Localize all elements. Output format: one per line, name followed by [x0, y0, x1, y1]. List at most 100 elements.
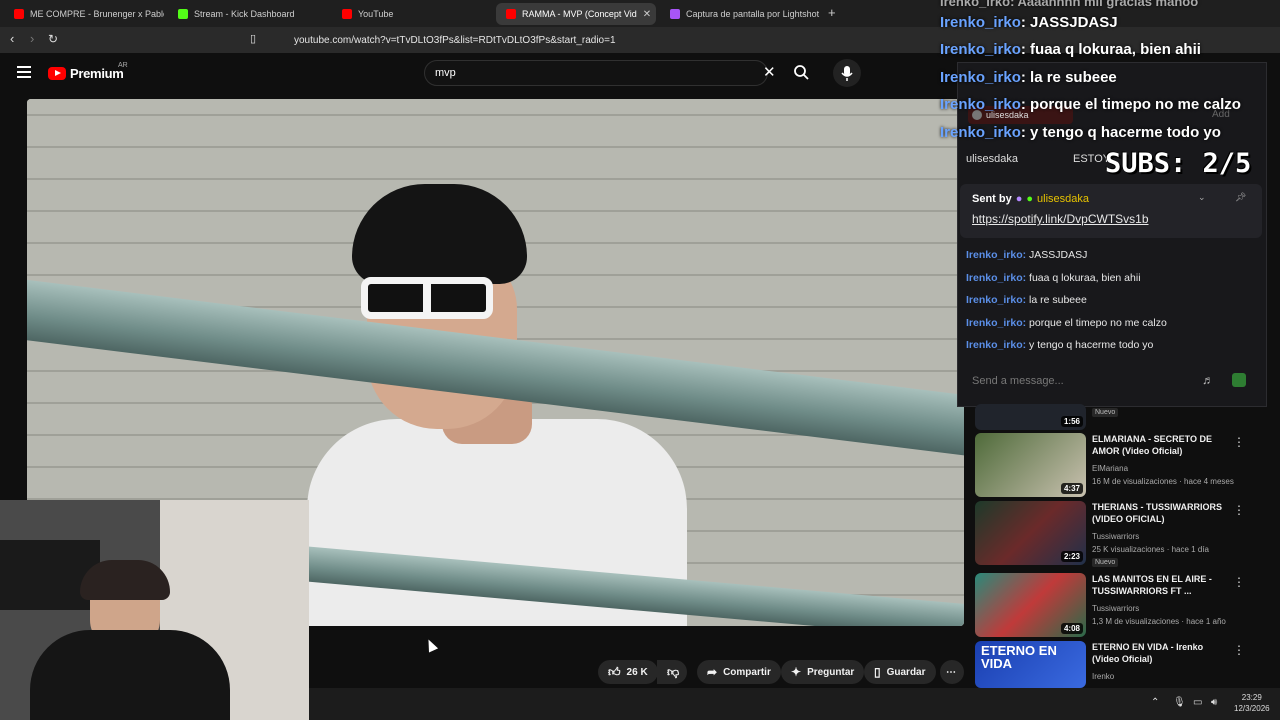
- like-button[interactable]: 👍︎ 26 K: [598, 660, 658, 684]
- chat-message: Irenko_irko: JASSJDASJ: [966, 249, 1087, 261]
- channel-name[interactable]: ElMariana: [1092, 464, 1128, 473]
- recommendation-item[interactable]: 4:37 ELMARIANA - SECRETO DE AMOR (Video …: [975, 433, 1265, 497]
- cursor-icon: [423, 637, 439, 653]
- more-actions-button[interactable]: ⋯: [940, 660, 964, 684]
- tab-label: Stream - Kick Dashboard: [194, 9, 295, 19]
- video-thumbnail[interactable]: ETERNO EN VIDA: [975, 641, 1086, 688]
- chat-username[interactable]: Irenko_irko:: [966, 339, 1026, 351]
- chat-text: porque el timepo no me calzo: [1029, 317, 1167, 329]
- video-meta: 25 K visualizaciones · hace 1 día: [1092, 545, 1209, 554]
- dislike-button[interactable]: 👎︎: [657, 660, 687, 684]
- video-duration: 2:23: [1060, 551, 1083, 562]
- chat-username[interactable]: Irenko_irko:: [966, 249, 1026, 261]
- overlay-chat-line: Irenko_irko: porque el timepo no me calz…: [940, 96, 1241, 113]
- video-title[interactable]: LAS MANITOS EN EL AIRE - TUSSIWARRIORS F…: [1092, 573, 1232, 597]
- recommendation-item[interactable]: 4:08 LAS MANITOS EN EL AIRE - TUSSIWARRI…: [975, 573, 1265, 637]
- pinned-message: Sent by ● ● ulisesdaka https://spotify.l…: [960, 184, 1262, 238]
- search-icon[interactable]: [793, 64, 809, 80]
- lightshot-icon: [670, 9, 680, 19]
- overlay-text: y tengo q hacerme todo yo: [1030, 124, 1221, 141]
- chat-text: la re subeee: [1029, 294, 1087, 306]
- clock-time: 23:29: [1241, 693, 1262, 702]
- pinned-link[interactable]: https://spotify.link/DvpCWTSvs1b: [972, 212, 1149, 226]
- chevron-up-icon[interactable]: ⌃: [1151, 697, 1159, 708]
- video-thumbnail[interactable]: 4:08: [975, 573, 1086, 637]
- video-meta: 16 M de visualizaciones · hace 4 meses: [1092, 477, 1234, 486]
- video-title[interactable]: THERIANS - TUSSIWARRIORS (VIDEO OFICIAL): [1092, 501, 1232, 525]
- chat-username[interactable]: Irenko_irko:: [966, 294, 1026, 306]
- forward-icon[interactable]: ›: [30, 31, 34, 46]
- search-input[interactable]: mvp: [424, 60, 768, 86]
- overlay-text: fuaa q lokuraa, bien ahii: [1030, 41, 1201, 58]
- menu-icon[interactable]: [17, 66, 31, 78]
- overlay-chat-line: Irenko_irko: y tengo q hacerme todo yo: [940, 124, 1221, 141]
- more-icon[interactable]: ⋮: [1233, 575, 1245, 589]
- video-meta: 1,3 M de visualizaciones · hace 1 año: [1092, 617, 1226, 626]
- more-icon[interactable]: ⋮: [1233, 643, 1245, 657]
- reload-icon[interactable]: ↻: [48, 32, 58, 46]
- recommendation-item[interactable]: 2:23 THERIANS - TUSSIWARRIORS (VIDEO OFI…: [975, 501, 1265, 567]
- more-icon[interactable]: ⋮: [1233, 435, 1245, 449]
- tab-label: RAMMA - MVP (Concept Vid: [522, 9, 637, 19]
- share-icon: ➦: [707, 665, 718, 679]
- video-frame-glasses: [361, 277, 493, 319]
- subs-text: SUBS: 2/5: [1105, 148, 1252, 179]
- channel-name[interactable]: Tussiwarriors: [1092, 604, 1139, 613]
- save-label: Guardar: [886, 666, 926, 678]
- microphone-icon[interactable]: 🎙︎: [1173, 697, 1186, 708]
- chat-input[interactable]: Send a message...: [960, 366, 1188, 396]
- microphone-icon: [841, 66, 853, 81]
- kick-emote-icon[interactable]: [1232, 373, 1246, 387]
- video-title[interactable]: ELMARIANA - SECRETO DE AMOR (Video Ofici…: [1092, 433, 1232, 457]
- overlay-username: Irenko_irko: [940, 69, 1021, 86]
- tab-youtube[interactable]: YouTube: [332, 3, 492, 25]
- tab-ramma-mvp[interactable]: RAMMA - MVP (Concept Vid ✕: [496, 3, 656, 25]
- sparkle-icon: ✦: [791, 665, 802, 679]
- chat-message: Irenko_irko: la re subeee: [966, 294, 1087, 306]
- video-thumbnail[interactable]: 2:23: [975, 501, 1086, 565]
- pin-icon[interactable]: 📌︎: [1235, 192, 1246, 203]
- network-icon[interactable]: ▭: [1193, 697, 1202, 708]
- recommendation-item[interactable]: 1:56 Nuevo: [975, 404, 1265, 430]
- voice-search-button[interactable]: [833, 59, 861, 87]
- clock[interactable]: 23:29 12/3/2026: [1234, 692, 1270, 714]
- save-button[interactable]: ▯ Guardar: [864, 660, 936, 684]
- subs-counter: SUBS: 2/5: [1105, 148, 1251, 179]
- ask-button[interactable]: ✦ Preguntar: [781, 660, 865, 684]
- emote-icon[interactable]: ♬: [1202, 373, 1214, 387]
- video-duration: 1:56: [1060, 416, 1083, 427]
- tab-me-compre[interactable]: ME COMPRE - Brunenger x Pablo No: [4, 3, 164, 25]
- video-title[interactable]: ETERNO EN VIDA - Irenko (Video Oficial): [1092, 641, 1232, 665]
- chat-username[interactable]: Irenko_irko:: [966, 272, 1026, 284]
- sent-by-label: Sent by: [972, 193, 1012, 205]
- video-thumbnail[interactable]: 1:56: [975, 404, 1086, 430]
- clear-search-icon[interactable]: ✕: [763, 63, 776, 81]
- thumbs-down-icon: 👎︎: [667, 664, 680, 679]
- youtube-play-icon: [48, 67, 66, 80]
- url-field[interactable]: youtube.com/watch?v=tTvDLtO3fPs&list=RDt…: [270, 30, 950, 50]
- chevron-down-icon[interactable]: ⌄: [1198, 192, 1206, 203]
- chat-placeholder: Send a message...: [972, 375, 1064, 387]
- tab-lightshot[interactable]: Captura de pantalla por Lightshot: [660, 3, 820, 25]
- close-icon[interactable]: ✕: [643, 9, 651, 20]
- mic-icon: ●: [1015, 193, 1023, 205]
- video-thumbnail[interactable]: 4:37: [975, 433, 1086, 497]
- tab-label: ME COMPRE - Brunenger x Pablo No: [30, 9, 164, 19]
- channel-name[interactable]: Irenko: [1092, 672, 1114, 681]
- new-tab-button[interactable]: +: [828, 5, 836, 20]
- chat-text: JASSJDASJ: [1029, 249, 1088, 261]
- back-icon[interactable]: ‹: [10, 31, 14, 46]
- channel-name[interactable]: Tussiwarriors: [1092, 532, 1139, 541]
- chat-message: Irenko_irko: porque el timepo no me calz…: [966, 317, 1167, 329]
- chat-text: y tengo q hacerme todo yo: [1029, 339, 1154, 351]
- bookmark-icon[interactable]: ▯: [250, 32, 256, 45]
- tab-kick-dashboard[interactable]: Stream - Kick Dashboard: [168, 3, 328, 25]
- chat-username[interactable]: Irenko_irko:: [966, 317, 1026, 329]
- youtube-logo[interactable]: Premium: [48, 66, 124, 81]
- more-icon[interactable]: ⋮: [1233, 503, 1245, 517]
- kick-icon: [178, 9, 188, 19]
- sent-by-user: ulisesdaka: [1037, 193, 1090, 205]
- volume-icon[interactable]: 🔊︎: [1211, 697, 1217, 708]
- share-button[interactable]: ➦ Compartir: [697, 660, 781, 684]
- overlay-text: la re subeee: [1030, 69, 1117, 86]
